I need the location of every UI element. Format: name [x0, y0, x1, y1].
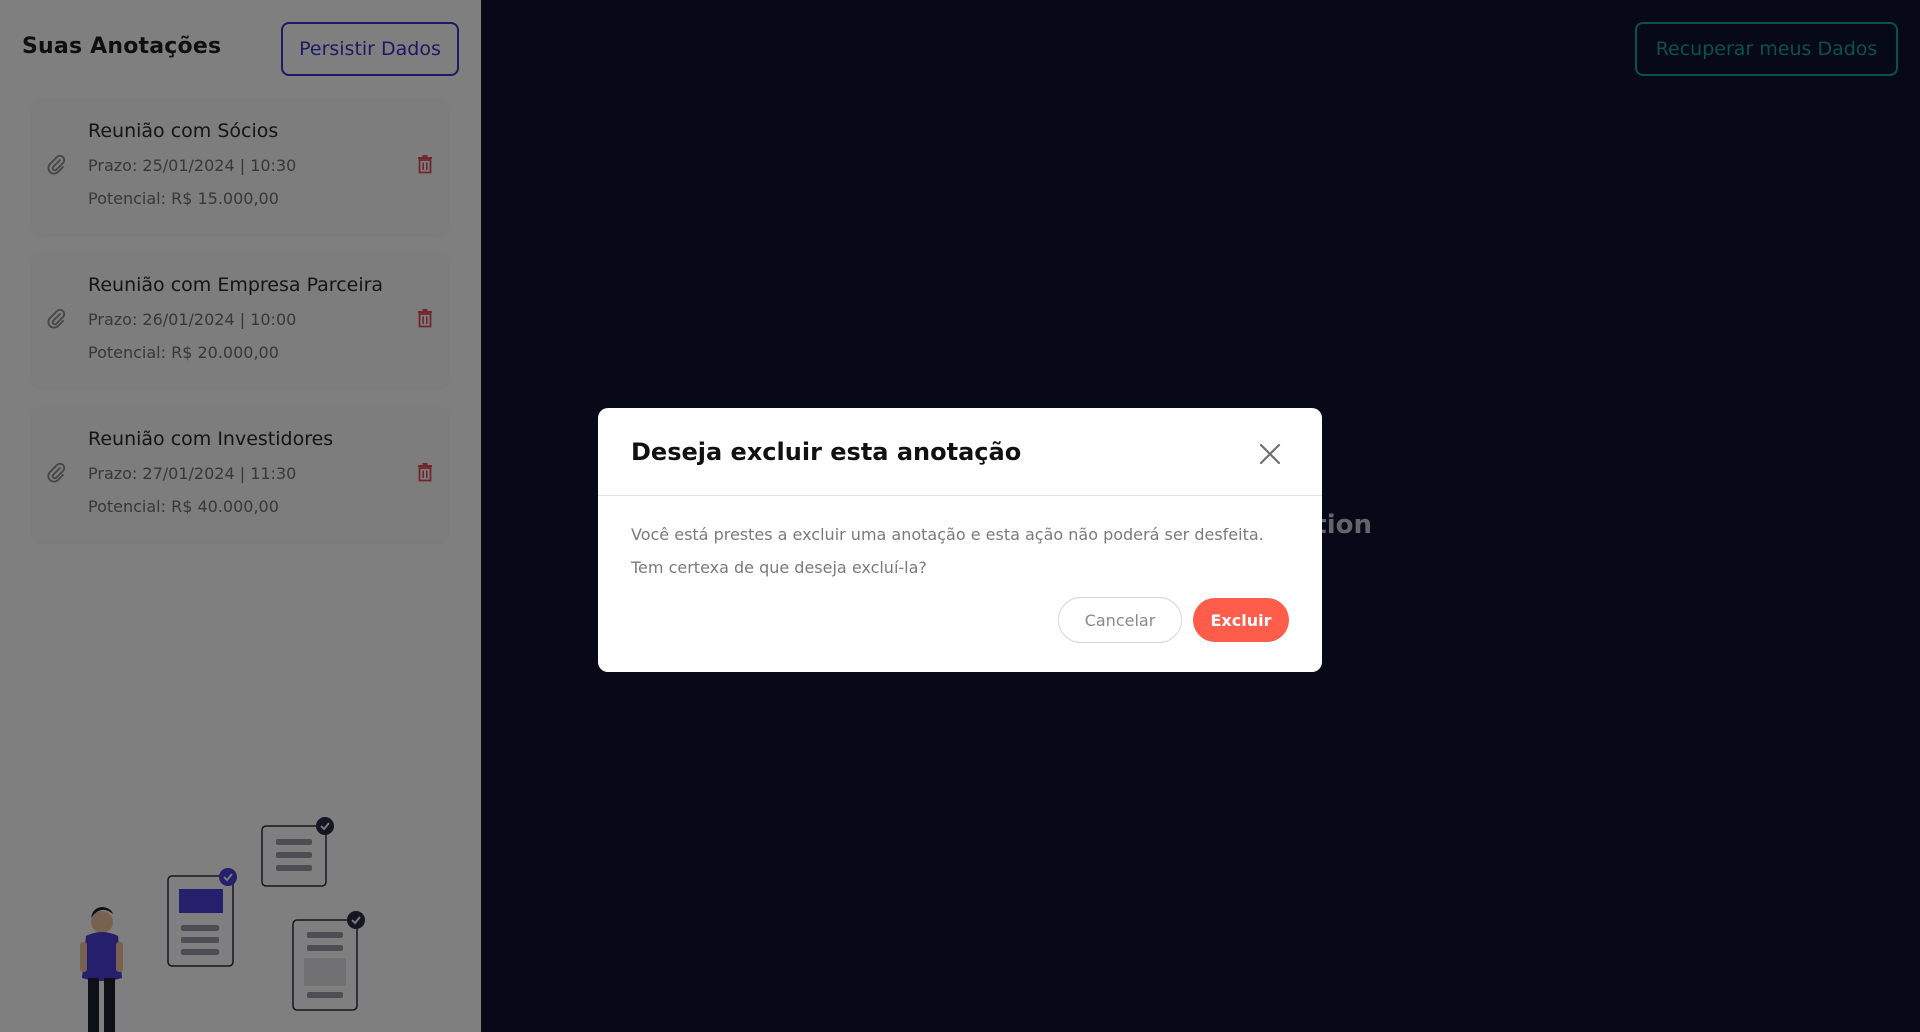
modal-message: Você está prestes a excluir uma anotação…	[631, 525, 1264, 544]
modal-title: Deseja excluir esta anotação	[631, 438, 1022, 466]
modal-body: Você está prestes a excluir uma anotação…	[631, 518, 1301, 584]
modal-question: Tem certexa de que deseja excluí-la?	[631, 558, 927, 577]
cancel-button[interactable]: Cancelar	[1058, 597, 1182, 643]
delete-button[interactable]: Excluir	[1193, 598, 1289, 642]
modal-header: Deseja excluir esta anotação	[598, 408, 1322, 496]
delete-confirmation-modal: Deseja excluir esta anotação Você está p…	[598, 408, 1322, 672]
close-icon[interactable]	[1258, 442, 1282, 466]
